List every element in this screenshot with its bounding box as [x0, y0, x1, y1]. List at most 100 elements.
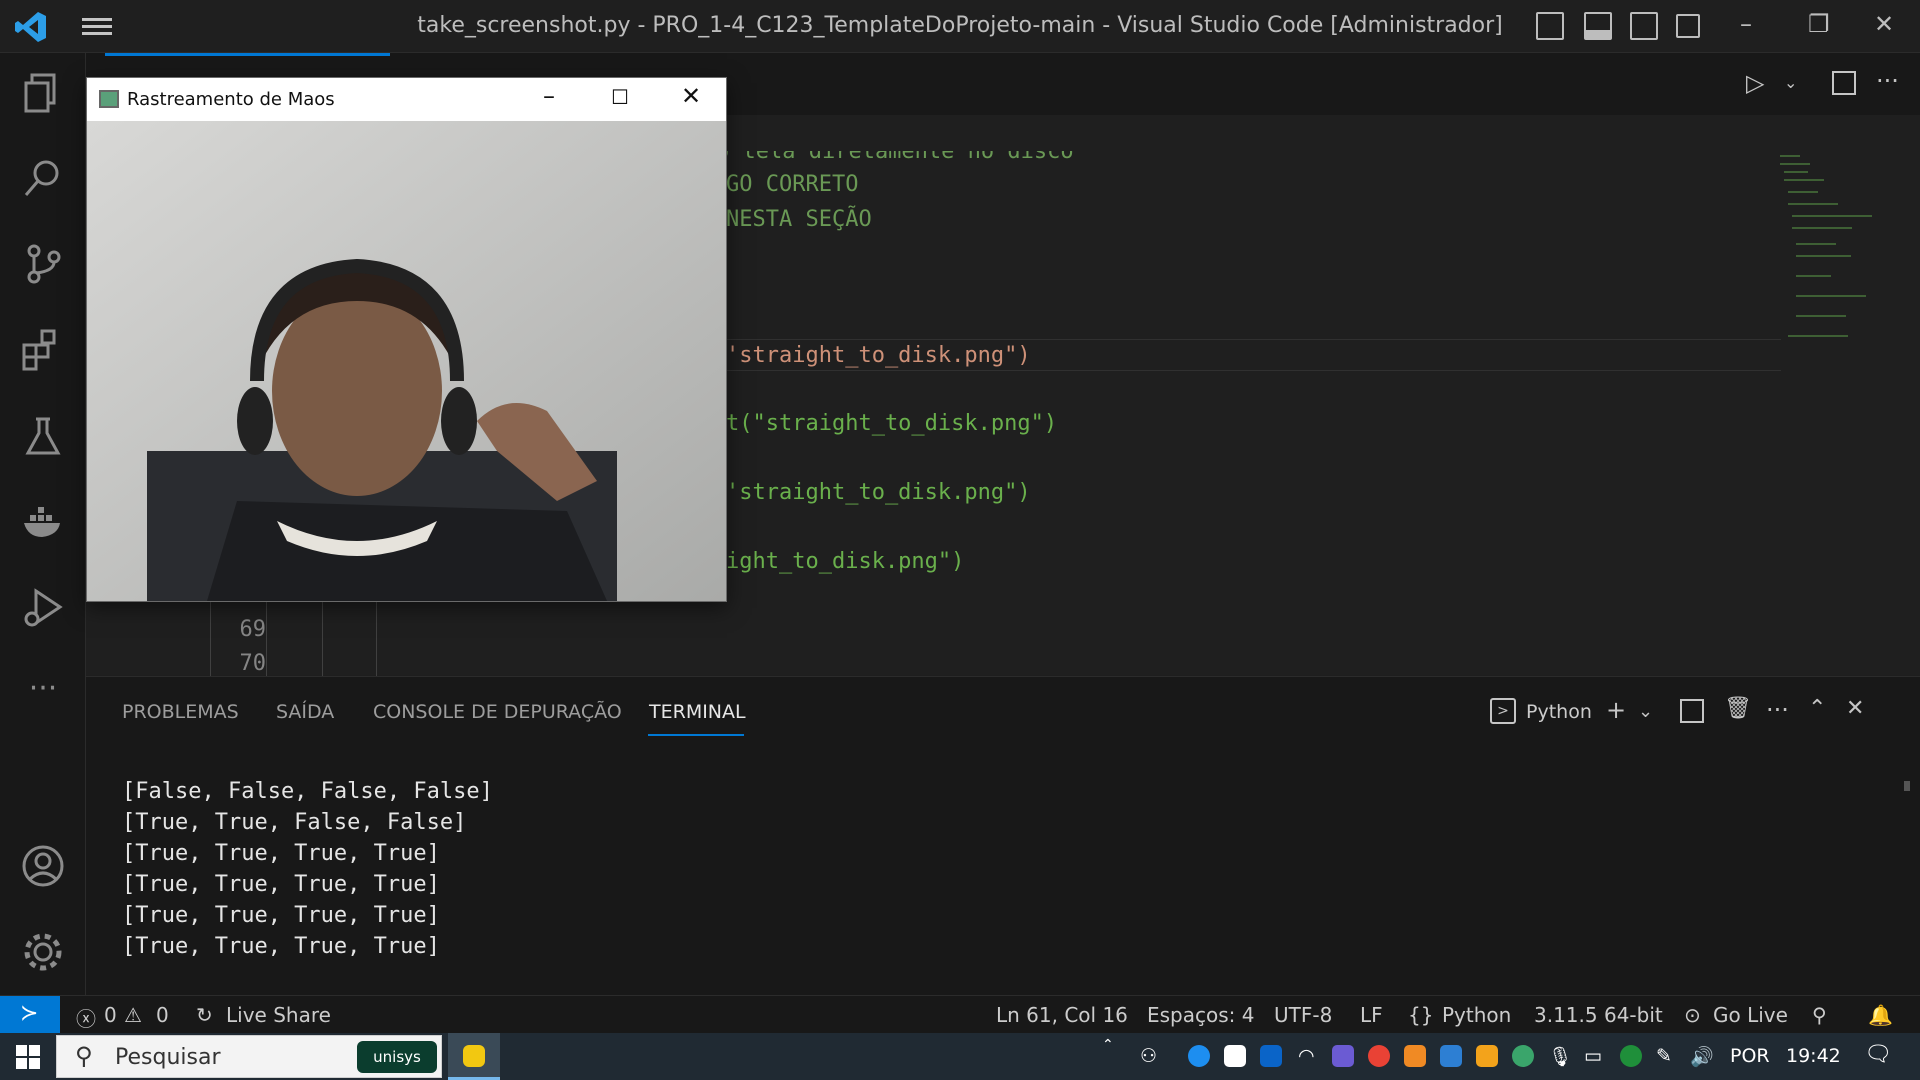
- manage-gear-icon[interactable]: [20, 929, 66, 975]
- remote-icon: ≻: [20, 1001, 39, 1026]
- search-placeholder: Pesquisar: [115, 1045, 221, 1070]
- code-line: 'straight_to_disk.png"): [726, 343, 1031, 368]
- run-dropdown-chevron-down-icon[interactable]: ⌄: [1784, 73, 1797, 92]
- run-python-file-icon[interactable]: ▷: [1746, 69, 1764, 97]
- eol-setting[interactable]: LF: [1360, 1003, 1383, 1027]
- clock-time[interactable]: 19:42: [1786, 1045, 1841, 1067]
- code-line: t("straight_to_disk.png"): [726, 411, 1058, 436]
- python-interpreter[interactable]: 3.11.5 64-bit: [1534, 1003, 1663, 1027]
- split-editor-icon[interactable]: [1832, 71, 1856, 95]
- live-share-button[interactable]: Live Share: [226, 1003, 331, 1027]
- warning-icon: ⚠: [124, 1003, 142, 1027]
- minimize-icon[interactable]: –: [543, 82, 555, 110]
- maximize-icon[interactable]: ☐: [611, 85, 629, 109]
- terminal-icon: >: [1490, 698, 1516, 724]
- volume-icon[interactable]: 🔊: [1690, 1045, 1714, 1068]
- outlook-icon[interactable]: [1260, 1045, 1282, 1067]
- maximize-panel-chevron-up-icon[interactable]: ⌃: [1808, 696, 1826, 721]
- microphone-icon[interactable]: 🎙: [1548, 1045, 1572, 1068]
- customize-layout-icon[interactable]: [1676, 14, 1700, 38]
- extensions-icon[interactable]: [20, 327, 66, 373]
- indent-guide: [322, 599, 323, 684]
- search-icon[interactable]: [20, 155, 66, 201]
- terminal-output-line: [True, True, True, True]: [122, 841, 440, 866]
- windows-taskbar: ⚲ Pesquisar unisys ⌃ ⚇ ◠ 🎙 ▭ ✎ 🔊 POR 19:…: [0, 1033, 1920, 1080]
- battery-icon[interactable]: ▭: [1584, 1045, 1602, 1067]
- testing-icon[interactable]: [20, 413, 66, 459]
- accounts-feedback-icon[interactable]: ⚲: [1812, 1003, 1827, 1027]
- more-actions-icon[interactable]: ···: [1766, 696, 1789, 724]
- tray-app-icon[interactable]: [1188, 1045, 1210, 1067]
- go-live-broadcast-icon: ⊙: [1684, 1003, 1701, 1027]
- hand-tracking-window[interactable]: Rastreamento de Maos – ☐ ✕: [86, 77, 727, 602]
- terminal-output-line: [True, True, False, False]: [122, 810, 467, 835]
- split-terminal-icon[interactable]: [1680, 699, 1704, 723]
- indentation-setting[interactable]: Espaços: 4: [1147, 1003, 1254, 1027]
- explorer-icon[interactable]: [20, 69, 66, 115]
- new-terminal-plus-icon[interactable]: +: [1606, 696, 1626, 724]
- toggle-primary-sidebar-icon[interactable]: [1536, 12, 1564, 40]
- activity-bar: ··· 1: [0, 53, 86, 1031]
- warning-count[interactable]: 0: [156, 1003, 169, 1027]
- code-comment-line: NESTA SEÇÃO: [726, 207, 872, 232]
- app-icon: [99, 90, 119, 108]
- remote-indicator[interactable]: ≻: [0, 996, 60, 1034]
- close-icon[interactable]: ✕: [681, 82, 701, 110]
- minimize-icon[interactable]: –: [1740, 10, 1752, 38]
- defender-shield-icon[interactable]: [1620, 1045, 1642, 1067]
- people-icon[interactable]: ⚇: [1140, 1045, 1157, 1067]
- unisys-app-icon[interactable]: unisys: [357, 1041, 437, 1073]
- terminal-profile-label[interactable]: Python: [1526, 701, 1592, 723]
- tab-terminal[interactable]: TERMINAL: [649, 701, 746, 723]
- tray-overflow-chevron-up-icon[interactable]: ⌃: [1102, 1037, 1114, 1053]
- windows-start-icon[interactable]: [16, 1045, 40, 1069]
- tab-problems[interactable]: PROBLEMAS: [122, 701, 239, 723]
- go-live-button[interactable]: Go Live: [1713, 1003, 1788, 1027]
- cursor-position[interactable]: Ln 61, Col 16: [996, 1003, 1128, 1027]
- code-line: 'straight_to_disk.png"): [726, 480, 1031, 505]
- docker-icon[interactable]: [20, 499, 66, 545]
- tray-app-icon[interactable]: [1404, 1045, 1426, 1067]
- line-number: 69: [239, 617, 267, 642]
- chrome-icon[interactable]: [1368, 1045, 1390, 1067]
- pen-icon[interactable]: ✎: [1656, 1045, 1672, 1067]
- input-language[interactable]: POR: [1730, 1045, 1770, 1067]
- tray-app-icon[interactable]: [1476, 1045, 1498, 1067]
- more-actions-icon[interactable]: ···: [1876, 67, 1899, 95]
- security-shield-icon[interactable]: [1224, 1045, 1246, 1067]
- tab-debug-console[interactable]: CONSOLE DE DEPURAÇÃO: [373, 701, 622, 723]
- error-count[interactable]: 0: [104, 1003, 117, 1027]
- onedrive-icon[interactable]: [1440, 1045, 1462, 1067]
- terminal-dropdown-chevron-down-icon[interactable]: ⌄: [1638, 701, 1653, 722]
- source-control-icon[interactable]: [20, 241, 66, 287]
- taskbar-search-input[interactable]: ⚲ Pesquisar unisys: [56, 1035, 442, 1078]
- camera-feed-image: [87, 121, 726, 601]
- language-mode[interactable]: Python: [1442, 1003, 1511, 1027]
- toggle-secondary-sidebar-icon[interactable]: [1630, 12, 1658, 40]
- errors-icon: ⓧ: [76, 1007, 96, 1031]
- indent-guide: [266, 599, 267, 684]
- title-bar: take_screenshot.py - PRO_1-4_C123_Templa…: [0, 0, 1920, 53]
- accounts-icon[interactable]: [20, 843, 66, 889]
- network-globe-icon[interactable]: [1512, 1045, 1534, 1067]
- code-comment-line: o tela diretamente no disco: [716, 139, 1074, 164]
- toggle-panel-icon[interactable]: [1584, 12, 1612, 40]
- kill-terminal-trash-icon[interactable]: 🗑: [1724, 696, 1752, 721]
- taskbar-python-app-icon[interactable]: [448, 1033, 500, 1080]
- active-tab-underline: [648, 734, 744, 736]
- restore-icon[interactable]: ❐: [1808, 10, 1830, 38]
- notifications-bell-icon[interactable]: 🔔: [1868, 1003, 1893, 1027]
- close-icon[interactable]: ✕: [1874, 10, 1894, 38]
- wifi-icon[interactable]: ◠: [1298, 1045, 1315, 1067]
- more-views-icon[interactable]: ···: [20, 671, 66, 717]
- terminal-scrollbar[interactable]: [1904, 781, 1910, 791]
- tab-output[interactable]: SAÍDA: [276, 701, 334, 723]
- close-panel-icon[interactable]: ✕: [1846, 696, 1864, 721]
- terminal-output-line: [True, True, True, True]: [122, 934, 440, 959]
- minimap[interactable]: [1780, 155, 1900, 375]
- run-and-debug-icon[interactable]: [20, 585, 66, 631]
- notification-center-icon[interactable]: 🗨: [1864, 1042, 1892, 1067]
- terminal-output-line: [True, True, True, True]: [122, 872, 440, 897]
- encoding-setting[interactable]: UTF-8: [1274, 1003, 1332, 1027]
- teams-icon[interactable]: [1332, 1045, 1354, 1067]
